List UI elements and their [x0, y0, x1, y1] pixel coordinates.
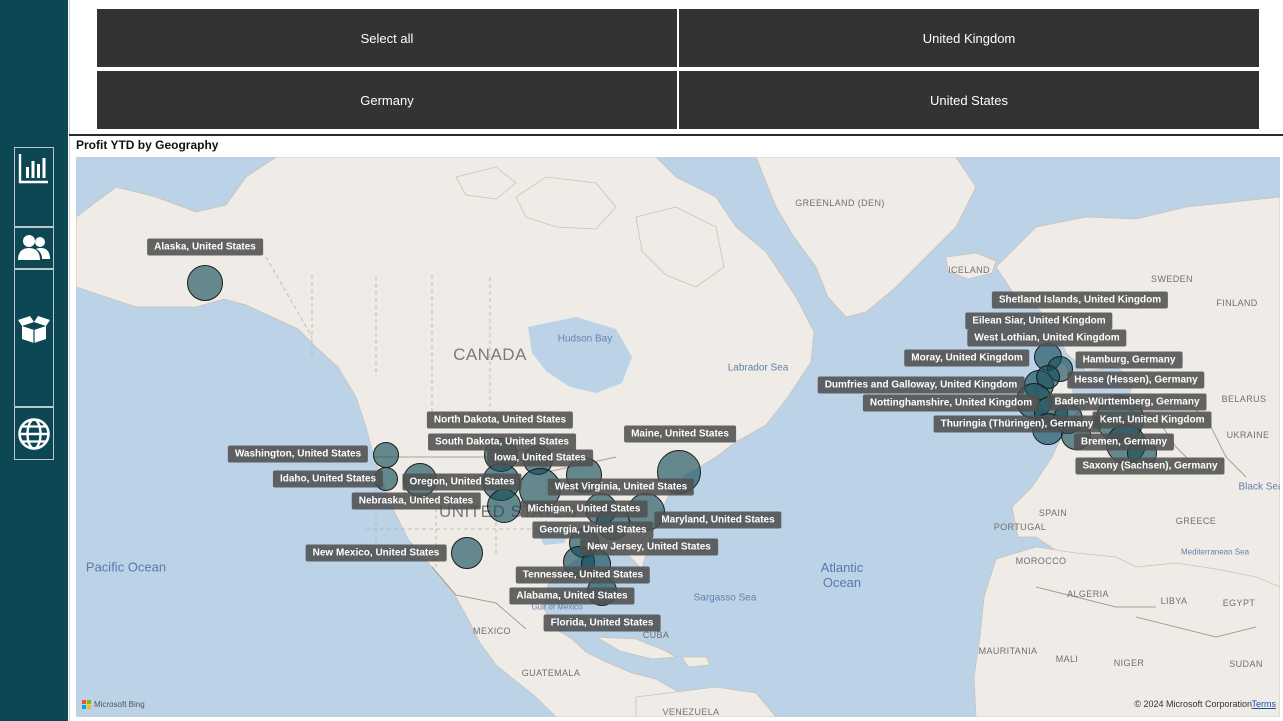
label-michigan: Michigan, United States [520, 500, 648, 518]
label-tennessee: Tennessee, United States [515, 566, 651, 584]
label-iowa: Iowa, United States [487, 449, 593, 467]
label-bremen: Bremen, Germany [1073, 433, 1175, 451]
label-georgia: Georgia, United States [532, 521, 654, 539]
label-west-lothian: West Lothian, United Kingdom [967, 329, 1127, 347]
label-saxony: Saxony (Sachsen), Germany [1075, 457, 1225, 475]
label-north-dakota: North Dakota, United States [426, 411, 574, 429]
label-maryland: Maryland, United States [654, 511, 782, 529]
bubble-alaska[interactable] [187, 265, 223, 301]
country-slicer: Select all United Kingdom Germany United… [69, 0, 1283, 134]
slicer-option-germany[interactable]: Germany [97, 71, 677, 129]
label-south-dakota: South Dakota, United States [428, 433, 576, 451]
terms-link[interactable]: Terms [1252, 699, 1277, 709]
label-alaska: Alaska, United States [147, 238, 263, 256]
bing-attribution: Microsoft Bing [82, 700, 145, 709]
label-dumfries: Dumfries and Galloway, United Kingdom [817, 376, 1025, 394]
label-kent: Kent, United Kingdom [1092, 411, 1212, 429]
label-new-mexico: New Mexico, United States [305, 544, 447, 562]
copyright-text: © 2024 Microsoft Corporation [1134, 699, 1252, 709]
bubble-washington[interactable] [373, 442, 399, 468]
microsoft-logo-icon [82, 700, 91, 709]
label-hesse: Hesse (Hessen), Germany [1067, 371, 1205, 389]
bar-chart-icon [18, 154, 48, 184]
label-new-jersey: New Jersey, United States [580, 538, 718, 556]
label-florida: Florida, United States [543, 614, 661, 632]
label-eilean-siar: Eilean Siar, United Kingdom [965, 312, 1113, 330]
nav-button-customers[interactable] [14, 227, 54, 269]
label-washington: Washington, United States [227, 445, 369, 463]
label-hamburg: Hamburg, Germany [1075, 351, 1183, 369]
label-alabama: Alabama, United States [509, 587, 635, 605]
report-page: Select all United Kingdom Germany United… [0, 0, 1283, 721]
bing-brand-text: Microsoft Bing [94, 700, 145, 709]
open-box-icon [18, 316, 50, 343]
label-oregon: Oregon, United States [402, 473, 522, 491]
users-icon [18, 235, 50, 260]
sidebar-nav [0, 0, 68, 721]
slicer-option-select-all[interactable]: Select all [97, 9, 677, 67]
label-moray: Moray, United Kingdom [904, 349, 1030, 367]
label-idaho: Idaho, United States [272, 470, 384, 488]
label-west-virginia: West Virginia, United States [547, 478, 695, 496]
label-nebraska: Nebraska, United States [351, 492, 481, 510]
map-canvas[interactable]: Pacific Ocean Atlantic Ocean Hudson Bay … [76, 157, 1280, 717]
label-nottinghamshire: Nottinghamshire, United Kingdom [862, 394, 1040, 412]
nav-button-products[interactable] [14, 269, 54, 407]
nav-button-geography[interactable] [14, 407, 54, 460]
label-shetland: Shetland Islands, United Kingdom [991, 291, 1169, 309]
label-baden: Baden-Württemberg, Germany [1047, 393, 1207, 411]
map-visual: Profit YTD by Geography Pacific Ocean At… [69, 136, 1283, 721]
globe-icon [18, 418, 50, 450]
slicer-option-united-states[interactable]: United States [679, 71, 1259, 129]
visual-title: Profit YTD by Geography [76, 138, 219, 152]
slicer-option-united-kingdom[interactable]: United Kingdom [679, 9, 1259, 67]
bubble-new-mexico[interactable] [451, 537, 483, 569]
nav-button-overview[interactable] [14, 147, 54, 227]
bubble-nebraska[interactable] [487, 489, 521, 523]
label-maine: Maine, United States [624, 425, 736, 443]
label-thuringia: Thuringia (Thüringen), Germany [933, 415, 1101, 433]
